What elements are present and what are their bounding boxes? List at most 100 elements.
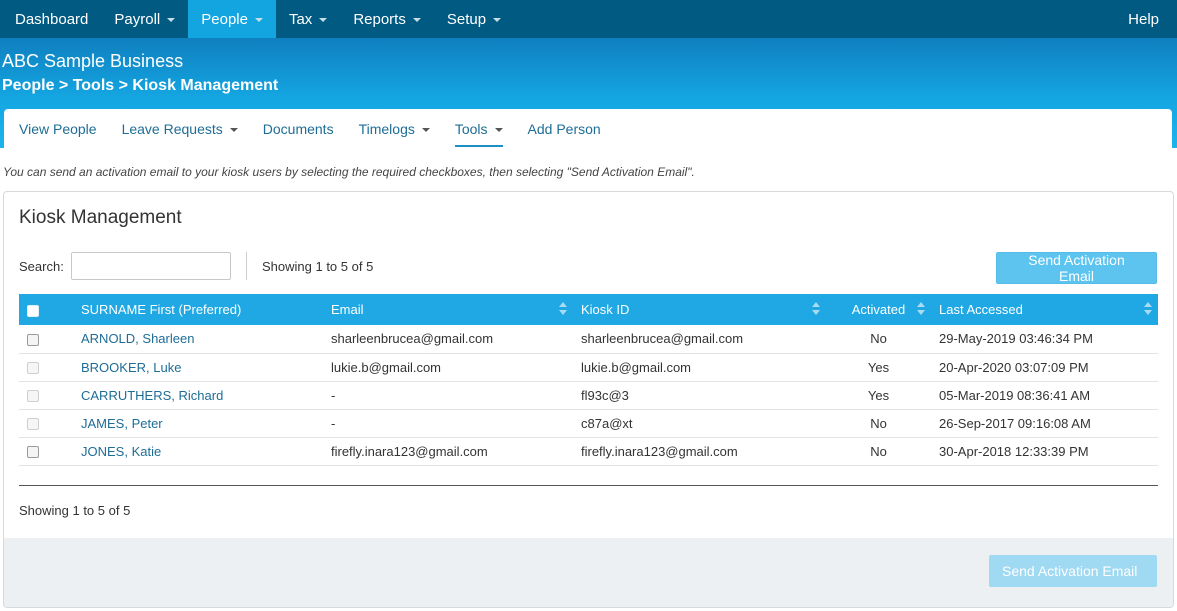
sub-nav-label: Documents [262, 121, 334, 137]
top-nav-dashboard[interactable]: Dashboard [0, 0, 101, 38]
chevron-down-icon [319, 18, 328, 22]
top-nav-label: Tax [288, 10, 313, 28]
row-checkbox [27, 418, 39, 431]
column-header-name-label: SURNAME First (Preferred) [81, 302, 242, 317]
row-select-cell [19, 353, 73, 381]
table-row: ARNOLD, Sharleen sharleenbrucea@gmail.com… [19, 325, 1158, 353]
top-nav-items: Dashboard Payroll People Tax Reports Setup [0, 0, 514, 38]
column-header-kiosk-id[interactable]: Kiosk ID [573, 294, 826, 325]
chevron-down-icon [494, 128, 503, 132]
top-nav-spacer [514, 0, 1115, 38]
help-link[interactable]: Help [1115, 0, 1177, 38]
send-activation-email-button[interactable]: Send Activation Email [996, 252, 1157, 284]
top-nav-label: People [201, 10, 248, 28]
sub-nav-label: Add Person [527, 121, 601, 137]
sub-nav-label: Timelogs [358, 121, 415, 137]
sub-nav-tools[interactable]: Tools [454, 109, 503, 149]
last-accessed-cell: 20-Apr-2020 03:07:09 PM [939, 359, 1089, 375]
kiosk-id-cell: firefly.inara123@gmail.com [581, 443, 738, 459]
last-accessed-cell: 05-Mar-2019 08:36:41 AM [939, 387, 1091, 403]
column-header-activated-label: Activated [851, 302, 906, 317]
sub-nav-timelogs[interactable]: Timelogs [359, 109, 430, 149]
column-header-last-accessed[interactable]: Last Accessed [931, 294, 1158, 325]
chevron-down-icon [421, 128, 430, 132]
person-name-link[interactable]: BROOKER, Luke [73, 353, 323, 381]
row-checkbox[interactable] [27, 333, 39, 346]
row-select-cell [19, 325, 73, 353]
top-nav: Dashboard Payroll People Tax Reports Setup He… [0, 0, 1177, 38]
email-cell: firefly.inara123@gmail.com [331, 443, 488, 459]
table-row: CARRUTHERS, Richard - fl93c@3 Yes 05-Mar-201… [19, 381, 1158, 409]
sub-nav: View People Leave Requests Documents Timelo… [4, 109, 1172, 149]
instruction-text: You can send an activation email to your… [3, 165, 695, 179]
select-all-header[interactable] [19, 294, 73, 325]
last-accessed-cell: 29-May-2019 03:46:34 PM [939, 331, 1093, 347]
email-cell: sharleenbrucea@gmail.com [331, 331, 494, 347]
business-name: ABC Sample Business [2, 51, 184, 71]
row-select-cell [19, 409, 73, 437]
top-nav-label: Reports [353, 10, 406, 28]
email-cell: lukie.b@gmail.com [331, 359, 442, 375]
chevron-down-icon [412, 18, 421, 22]
table-bottom-rule [19, 485, 1158, 486]
search-label: Search: [19, 259, 64, 274]
kiosk-id-cell: c87a@xt [581, 415, 633, 431]
table-row: JAMES, Peter - c87a@xt No 26-Sep-2017 09:16:… [19, 409, 1158, 437]
activated-cell: Yes [867, 359, 890, 375]
sub-nav-label: Tools [454, 121, 488, 137]
email-cell: - [331, 387, 336, 403]
column-header-email[interactable]: Email [323, 294, 573, 325]
showing-count-top: Showing 1 to 5 of 5 [262, 259, 374, 274]
table-body: ARNOLD, Sharleen sharleenbrucea@gmail.com… [19, 325, 1158, 465]
top-nav-label: Setup [446, 10, 487, 28]
sub-nav-documents[interactable]: Documents [263, 109, 334, 149]
column-header-email-label: Email [331, 302, 364, 317]
toolbar-divider [246, 252, 247, 280]
email-cell: - [331, 415, 336, 431]
row-checkbox [27, 362, 39, 375]
person-name-link[interactable]: ARNOLD, Sharleen [73, 325, 323, 353]
chevron-down-icon [493, 18, 502, 22]
last-accessed-cell: 26-Sep-2017 09:16:08 AM [939, 415, 1091, 431]
row-select-cell [19, 437, 73, 465]
panel-title: Kiosk Management [19, 207, 182, 228]
top-nav-payroll[interactable]: Payroll [101, 0, 188, 38]
column-header-kiosk-id-label: Kiosk ID [581, 302, 630, 317]
kiosk-management-panel: Kiosk Management Search: Showing 1 to 5 … [3, 191, 1174, 608]
column-header-last-accessed-label: Last Accessed [939, 302, 1023, 317]
chevron-down-icon [167, 18, 176, 22]
person-name-link[interactable]: CARRUTHERS, Richard [73, 381, 323, 409]
search-input[interactable] [71, 252, 231, 280]
row-checkbox[interactable] [27, 446, 39, 459]
top-nav-label: Dashboard [15, 10, 89, 28]
kiosk-users-table: SURNAME First (Preferred) Email Kiosk ID… [19, 294, 1158, 466]
sort-icon [559, 302, 567, 316]
person-name-link[interactable]: JONES, Katie [73, 437, 323, 465]
top-nav-label: Payroll [114, 10, 161, 28]
column-header-name[interactable]: SURNAME First (Preferred) [73, 294, 323, 325]
person-name-link[interactable]: JAMES, Peter [73, 409, 323, 437]
select-all-checkbox[interactable] [27, 304, 39, 317]
chevron-down-icon [229, 128, 238, 132]
top-nav-setup[interactable]: Setup [434, 0, 514, 38]
chevron-down-icon [254, 18, 263, 22]
table-row: BROOKER, Luke lukie.b@gmail.com lukie.b@gm… [19, 353, 1158, 381]
sub-nav-add-person[interactable]: Add Person [528, 109, 601, 149]
activated-cell: Yes [867, 387, 890, 403]
table-header-row: SURNAME First (Preferred) Email Kiosk ID… [19, 294, 1158, 325]
sub-nav-view-people[interactable]: View People [19, 109, 97, 149]
last-accessed-cell: 30-Apr-2018 12:33:39 PM [939, 443, 1089, 459]
activated-cell: No [870, 443, 887, 459]
sub-nav-leave-requests[interactable]: Leave Requests [122, 109, 238, 149]
top-nav-reports[interactable]: Reports [340, 0, 434, 38]
kiosk-id-cell: sharleenbrucea@gmail.com [581, 331, 744, 347]
sub-nav-label: View People [19, 121, 97, 137]
kiosk-id-cell: fl93c@3 [581, 387, 629, 403]
send-activation-email-button-footer[interactable]: Send Activation Email [989, 555, 1157, 587]
top-nav-tax[interactable]: Tax [276, 0, 340, 38]
row-select-cell [19, 381, 73, 409]
showing-count-bottom: Showing 1 to 5 of 5 [19, 503, 131, 518]
sort-icon [1144, 302, 1152, 316]
top-nav-people[interactable]: People [188, 0, 276, 38]
column-header-activated[interactable]: Activated [826, 294, 931, 325]
